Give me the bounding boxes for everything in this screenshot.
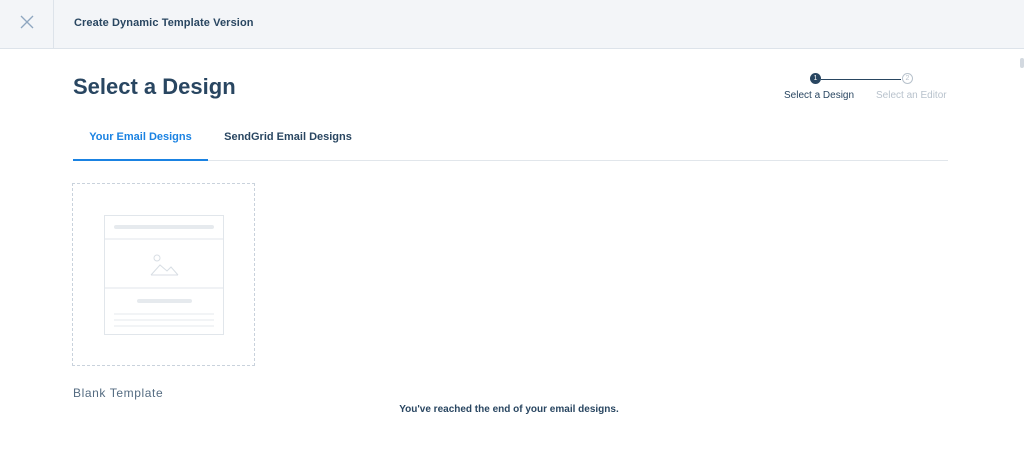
scrollbar-thumb[interactable] [1020, 58, 1024, 68]
header-title: Create Dynamic Template Version [74, 17, 254, 29]
design-tabs: Your Email Designs SendGrid Email Design… [73, 117, 948, 161]
page-title: Select a Design [73, 74, 236, 99]
blank-template-card[interactable] [72, 183, 255, 366]
close-button[interactable] [0, 0, 54, 48]
progress-stepper: 1 2 Select a Design Select an Editor [780, 73, 950, 103]
close-icon [20, 15, 34, 34]
stepper-connector [821, 79, 901, 80]
tab-sendgrid-email-designs[interactable]: SendGrid Email Designs [218, 117, 358, 159]
tab-your-email-designs[interactable]: Your Email Designs [73, 117, 208, 161]
blank-template-thumbnail-icon [104, 215, 224, 335]
step-1-label: Select a Design [784, 90, 855, 101]
end-of-designs-message: You've reached the end of your email des… [399, 404, 619, 415]
step-2-label: Select an Editor [876, 90, 947, 101]
step-2-indicator: 2 [902, 73, 913, 84]
step-1-indicator: 1 [810, 73, 821, 84]
blank-template-label: Blank Template [73, 386, 164, 400]
scrollbar[interactable] [1018, 49, 1024, 473]
top-bar: Create Dynamic Template Version [0, 0, 1024, 49]
